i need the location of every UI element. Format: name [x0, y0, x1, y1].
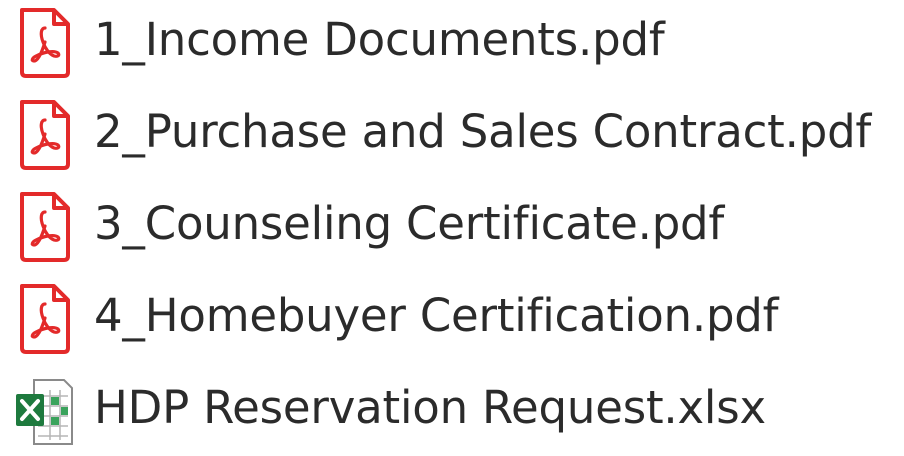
- file-name: HDP Reservation Request.xlsx: [94, 381, 766, 434]
- pdf-icon: [14, 282, 76, 356]
- file-list: 1_Income Documents.pdf 2_Purchase and Sa…: [0, 0, 904, 445]
- file-name: 4_Homebuyer Certification.pdf: [94, 289, 779, 342]
- pdf-icon: [14, 190, 76, 264]
- file-item-income-documents[interactable]: 1_Income Documents.pdf: [0, 0, 904, 88]
- file-name: 1_Income Documents.pdf: [94, 13, 665, 66]
- pdf-icon: [14, 6, 76, 80]
- file-item-homebuyer-certification[interactable]: 4_Homebuyer Certification.pdf: [0, 276, 904, 364]
- file-item-purchase-and-sales-contract[interactable]: 2_Purchase and Sales Contract.pdf: [0, 92, 904, 180]
- pdf-icon: [14, 98, 76, 172]
- file-name: 3_Counseling Certificate.pdf: [94, 197, 725, 250]
- excel-icon: [14, 374, 76, 448]
- file-item-counseling-certificate[interactable]: 3_Counseling Certificate.pdf: [0, 184, 904, 272]
- file-name: 2_Purchase and Sales Contract.pdf: [94, 105, 872, 158]
- file-item-hdp-reservation-request[interactable]: HDP Reservation Request.xlsx: [0, 368, 904, 456]
